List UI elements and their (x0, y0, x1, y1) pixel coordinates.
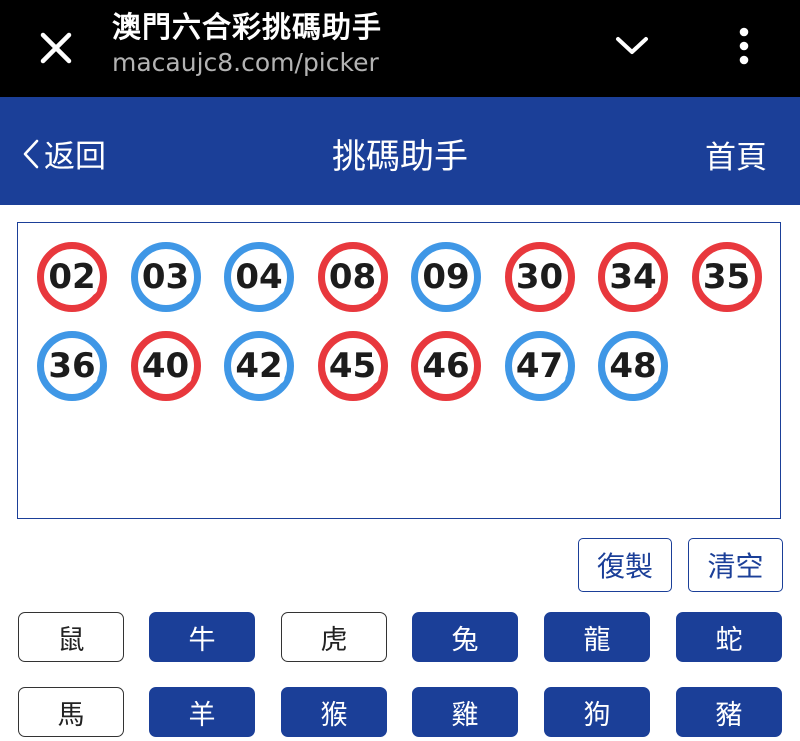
ball-number: 40 (141, 346, 190, 386)
ball-number: 48 (609, 346, 657, 386)
browser-url[interactable]: macaujc8.com/picker (112, 48, 379, 77)
ball-number: 09 (422, 257, 470, 297)
selected-numbers-panel: 02 03 04 08 09 30 34 35 36 40 42 45 46 47 48 (17, 222, 781, 519)
number-ball[interactable]: 47 (504, 330, 576, 402)
number-ball[interactable]: 34 (597, 241, 669, 313)
number-ball[interactable]: 30 (504, 241, 576, 313)
number-ball[interactable]: 48 (597, 330, 669, 402)
ball-number: 02 (48, 257, 96, 297)
ball-number: 36 (48, 346, 96, 386)
more-vert-icon (739, 27, 749, 65)
ball-number: 42 (235, 346, 283, 386)
zodiac-button[interactable]: 猴 (281, 687, 387, 737)
number-ball[interactable]: 40 (130, 330, 202, 402)
chevron-down-icon (616, 37, 648, 54)
expand-button[interactable] (606, 20, 658, 72)
zodiac-button[interactable]: 雞 (412, 687, 518, 737)
app-header: 返回 挑碼助手 首頁 (0, 97, 800, 205)
number-ball[interactable]: 02 (36, 241, 108, 313)
zodiac-button[interactable]: 龍 (544, 612, 650, 662)
zodiac-button[interactable]: 狗 (544, 687, 650, 737)
ball-number: 04 (235, 257, 283, 297)
zodiac-button[interactable]: 豬 (676, 687, 782, 737)
number-ball[interactable]: 08 (317, 241, 389, 313)
close-button[interactable] (30, 22, 82, 74)
ball-number: 34 (609, 257, 657, 297)
ball-number: 03 (141, 257, 190, 297)
zodiac-button[interactable]: 虎 (281, 612, 387, 662)
ball-number: 46 (422, 346, 470, 386)
number-ball[interactable]: 35 (691, 241, 763, 313)
number-ball[interactable]: 36 (36, 330, 108, 402)
zodiac-button[interactable]: 馬 (18, 687, 124, 737)
browser-page-title: 澳門六合彩挑碼助手 (112, 10, 383, 44)
number-ball[interactable]: 42 (223, 330, 295, 402)
clear-button[interactable]: 清空 (688, 538, 783, 592)
number-ball[interactable]: 03 (130, 241, 202, 313)
close-icon (40, 32, 72, 64)
zodiac-button[interactable]: 鼠 (18, 612, 124, 662)
menu-button[interactable] (718, 20, 770, 72)
copy-button[interactable]: 復製 (578, 538, 672, 592)
home-link[interactable]: 首頁 (705, 132, 767, 177)
ball-number: 47 (515, 346, 564, 386)
number-ball[interactable]: 04 (223, 241, 295, 313)
back-button[interactable]: 返回 (20, 131, 106, 176)
back-label: 返回 (44, 139, 106, 175)
ball-number: 45 (328, 346, 377, 386)
ball-number: 08 (328, 257, 377, 297)
zodiac-button[interactable]: 兔 (412, 612, 518, 662)
page-title: 挑碼助手 (332, 137, 468, 177)
ball-number: 30 (515, 257, 564, 297)
chevron-left-icon (23, 139, 39, 168)
number-ball[interactable]: 46 (410, 330, 482, 402)
ball-number: 35 (702, 257, 751, 297)
zodiac-button[interactable]: 羊 (149, 687, 255, 737)
zodiac-button[interactable]: 牛 (149, 612, 255, 662)
number-ball[interactable]: 09 (410, 241, 482, 313)
number-ball[interactable]: 45 (317, 330, 389, 402)
browser-bar: 澳門六合彩挑碼助手 macaujc8.com/picker (0, 0, 800, 97)
zodiac-button[interactable]: 蛇 (676, 612, 782, 662)
